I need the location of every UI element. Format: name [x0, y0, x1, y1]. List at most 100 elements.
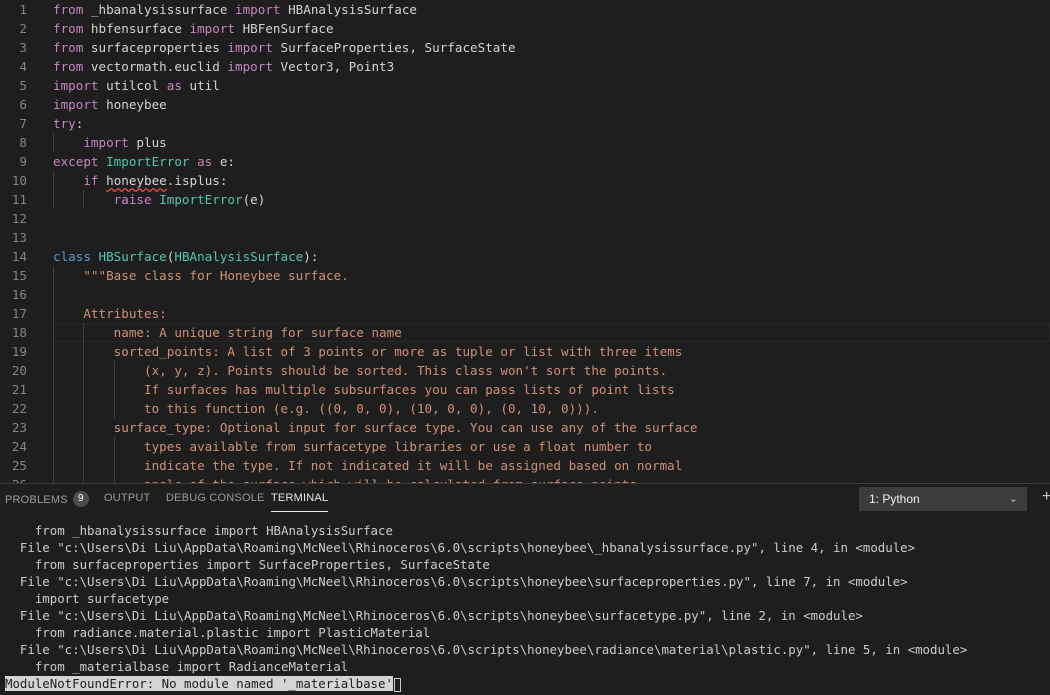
- code-text: import utilcol as util: [53, 76, 1050, 95]
- code-token: import: [83, 135, 129, 150]
- code-token: HBAnalysisSurface: [280, 2, 417, 17]
- code-text: name: A unique string for surface name: [53, 323, 1050, 342]
- line-number: 9: [19, 154, 27, 169]
- code-line: 25 indicate the type. If not indicated i…: [0, 456, 1050, 475]
- tab-debug-console[interactable]: DEBUG CONSOLE: [166, 492, 265, 504]
- line-number: 10: [11, 173, 27, 188]
- code-token: if: [83, 173, 99, 188]
- plus-icon[interactable]: +: [1042, 488, 1050, 506]
- code-token: from: [53, 21, 84, 36]
- line-number: 26: [0, 475, 27, 483]
- code-token: name: A unique string for surface name: [113, 325, 402, 340]
- line-number: 15: [11, 268, 27, 283]
- tab-problems[interactable]: PROBLEMS 9: [5, 491, 89, 508]
- code-line: 1 from _hbanalysissurface import HBAnalys…: [0, 0, 1050, 19]
- code-token: as: [197, 154, 213, 169]
- panel-tabs: PROBLEMS 9 OUTPUT DEBUG CONSOLE TERMINAL …: [0, 484, 1050, 514]
- code-token: from: [53, 2, 84, 17]
- code-token: honeybee: [98, 97, 167, 112]
- code-text: indicate the type. If not indicated it w…: [53, 456, 1050, 475]
- code-token: raise: [113, 192, 152, 207]
- code-token: :: [75, 116, 84, 131]
- code-text: angle of the surface which will be calcu…: [53, 475, 1050, 483]
- indent-guide: [53, 171, 54, 209]
- code-text: from vectormath.euclid import Vector3, P…: [53, 57, 1050, 76]
- code-text: Attributes:: [53, 304, 1050, 323]
- code-text: except ImportError as e:: [53, 152, 1050, 171]
- line-number: 20: [11, 363, 27, 378]
- code-line: 3 from surfaceproperties import SurfacePr…: [0, 38, 1050, 57]
- line-number: 8: [19, 135, 27, 150]
- code-token: (x, y, z). Points should be sorted. This…: [144, 363, 668, 378]
- code-token: honeybee: [106, 173, 167, 188]
- tab-output-label: OUTPUT: [104, 492, 151, 504]
- code-token: plus: [128, 135, 167, 150]
- code-text: from surfaceproperties import SurfacePro…: [53, 38, 1050, 57]
- line-number: 21: [11, 382, 27, 397]
- code-text: (x, y, z). Points should be sorted. This…: [53, 361, 1050, 380]
- code-text: import plus: [53, 133, 1050, 152]
- line-number: 12: [11, 211, 27, 226]
- code-line: 12: [0, 209, 1050, 228]
- code-token: import: [235, 2, 281, 17]
- problems-count-badge: 9: [72, 491, 89, 507]
- terminal-line: File "c:\Users\Di Liu\AppData\Roaming\Mc…: [5, 642, 968, 657]
- line-number: 18: [11, 325, 27, 340]
- code-line: 18 name: A unique string for surface nam…: [0, 323, 1050, 342]
- terminal-line: from radiance.material.plastic import Pl…: [5, 625, 431, 640]
- terminal-line: File "c:\Users\Di Liu\AppData\Roaming\Mc…: [5, 574, 908, 589]
- code-line: 8 import plus: [0, 133, 1050, 152]
- line-number: 13: [11, 230, 27, 245]
- code-text: from _hbanalysissurface import HBAnalysi…: [53, 0, 1050, 19]
- code-line: 23 surface_type: Optional input for surf…: [0, 418, 1050, 437]
- terminal-line: File "c:\Users\Di Liu\AppData\Roaming\Mc…: [5, 608, 863, 623]
- tab-output[interactable]: OUTPUT: [104, 492, 150, 504]
- code-token: surface_type: Optional input for surface…: [113, 420, 698, 435]
- line-number: 6: [19, 97, 27, 112]
- terminal-error-line: ModuleNotFoundError: No module named '_m…: [5, 675, 1050, 692]
- line-number: 3: [19, 40, 27, 55]
- code-text: types available from surfacetype librari…: [53, 437, 1050, 456]
- tab-problems-label: PROBLEMS: [5, 493, 68, 506]
- code-token: import: [227, 59, 273, 74]
- code-line: 14 class HBSurface(HBAnalysisSurface):: [0, 247, 1050, 266]
- indent-guide: [53, 133, 54, 152]
- terminal-line: File "c:\Users\Di Liu\AppData\Roaming\Mc…: [5, 540, 916, 555]
- code-token: vectormath.euclid: [83, 59, 228, 74]
- code-text: from hbfensurface import HBFenSurface: [53, 19, 1050, 38]
- code-token: hbfensurface: [83, 21, 190, 36]
- code-line: 22 to this function (e.g. ((0, 0, 0), (1…: [0, 399, 1050, 418]
- code-token: e:: [212, 154, 236, 169]
- code-token: import: [227, 40, 273, 55]
- terminal-output[interactable]: from _hbanalysissurface import HBAnalysi…: [5, 522, 1050, 692]
- code-line: 21 If surfaces has multiple subsurfaces …: [0, 380, 1050, 399]
- code-line: 26 angle of the surface which will be ca…: [0, 475, 1050, 483]
- error-text: ModuleNotFoundError: No module named '_m…: [5, 676, 393, 691]
- tab-debug-console-label: DEBUG CONSOLE: [166, 492, 265, 504]
- indent-guide: [113, 437, 115, 483]
- code-token: to this function (e.g. ((0, 0, 0), (10, …: [144, 401, 599, 416]
- terminal-line: from surfaceproperties import SurfacePro…: [5, 557, 490, 572]
- code-line: 20 (x, y, z). Points should be sorted. T…: [0, 361, 1050, 380]
- code-line: 4 from vectormath.euclid import Vector3, …: [0, 57, 1050, 76]
- code-text: sorted_points: A list of 3 points or mor…: [53, 342, 1050, 361]
- terminal-line: from _materialbase import RadianceMateri…: [5, 659, 349, 674]
- code-line: 13: [0, 228, 1050, 247]
- code-text: import honeybee: [53, 95, 1050, 114]
- tab-terminal[interactable]: TERMINAL: [271, 492, 329, 512]
- terminal-select[interactable]: 1: Python ⌄: [859, 487, 1027, 511]
- code-editor[interactable]: 1 from _hbanalysissurface import HBAnalys…: [0, 0, 1050, 483]
- line-number: 14: [11, 249, 27, 264]
- code-token: HBSurface: [98, 249, 167, 264]
- code-token: """Base class for Honeybee surface.: [83, 268, 349, 283]
- code-token: _hbanalysissurface: [83, 2, 235, 17]
- code-line: 15 """Base class for Honeybee surface.: [0, 266, 1050, 285]
- line-number: 25: [11, 458, 27, 473]
